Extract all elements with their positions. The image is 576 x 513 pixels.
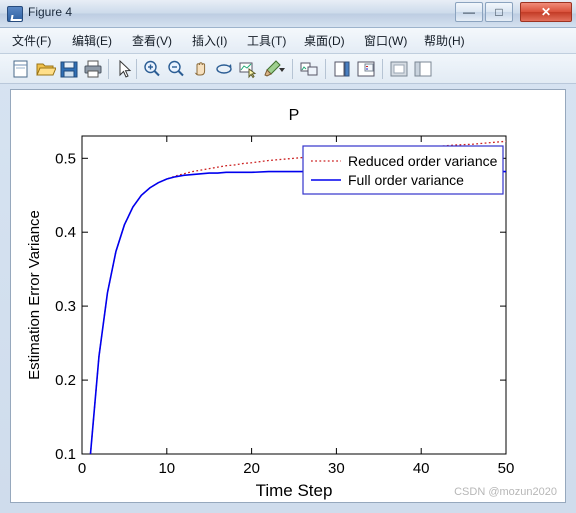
x-axis-label: Time Step — [256, 481, 333, 500]
brush-dropdown-icon[interactable] — [278, 58, 286, 80]
toolbar-separator-1 — [108, 59, 109, 79]
x-tick-labels: 0 10 20 30 40 50 — [78, 460, 515, 477]
y-tick-label: 0.3 — [55, 298, 76, 315]
zoom-out-icon[interactable] — [165, 58, 187, 80]
open-folder-icon[interactable] — [34, 58, 56, 80]
minimize-button[interactable]: — — [455, 2, 483, 22]
data-cursor-icon[interactable] — [237, 58, 259, 80]
chart-title: P — [289, 107, 300, 124]
figure-window: Figure 4 — □ ✕ 文件(F) 编辑(E) 查看(V) 插入(I) 工… — [0, 0, 576, 513]
x-tick-label: 0 — [78, 460, 86, 477]
rotate-3d-icon[interactable] — [213, 58, 235, 80]
plot-svg: 0 10 20 30 40 50 0.1 0.2 0.3 0.4 0.5 P T… — [26, 107, 515, 500]
x-tick-label: 10 — [158, 460, 175, 477]
x-tick-label: 50 — [498, 460, 515, 477]
menu-tools[interactable]: 工具(T) — [243, 32, 290, 50]
toolbar-separator-4 — [325, 59, 326, 79]
legend[interactable]: Reduced order variance Full order varian… — [302, 145, 504, 195]
menu-file[interactable]: 文件(F) — [8, 32, 55, 50]
y-tick-label: 0.2 — [55, 372, 76, 389]
pointer-icon[interactable] — [113, 58, 135, 80]
y-tick-label: 0.5 — [55, 150, 76, 167]
x-tick-label: 20 — [243, 460, 260, 477]
matlab-figure-icon — [7, 6, 23, 22]
link-data-icon[interactable] — [298, 58, 320, 80]
close-button[interactable]: ✕ — [520, 2, 572, 22]
watermark-text: CSDN @mozun2020 — [454, 486, 557, 498]
hide-plot-tools-icon[interactable] — [388, 58, 410, 80]
y-axis-label: Estimation Error Variance — [26, 210, 43, 380]
legend-label-full: Full order variance — [348, 172, 464, 188]
close-icon: ✕ — [540, 5, 552, 19]
zoom-in-icon[interactable] — [141, 58, 163, 80]
menu-bar: 文件(F) 编辑(E) 查看(V) 插入(I) 工具(T) 桌面(D) 窗口(W… — [0, 28, 576, 54]
insert-colorbar-icon[interactable] — [331, 58, 353, 80]
menu-edit[interactable]: 编辑(E) — [68, 32, 116, 50]
y-tick-label: 0.4 — [55, 224, 76, 241]
menu-help[interactable]: 帮助(H) — [420, 32, 469, 50]
insert-legend-icon[interactable] — [355, 58, 377, 80]
y-tick-label: 0.1 — [55, 446, 76, 463]
minimize-icon: — — [463, 5, 475, 19]
title-bar: Figure 4 — □ ✕ — [0, 0, 576, 28]
menu-insert[interactable]: 插入(I) — [188, 32, 231, 50]
y-tick-labels: 0.1 0.2 0.3 0.4 0.5 — [55, 150, 76, 463]
save-icon[interactable] — [58, 58, 80, 80]
new-figure-icon[interactable] — [10, 58, 32, 80]
menu-window[interactable]: 窗口(W) — [360, 32, 411, 50]
x-tick-label: 40 — [413, 460, 430, 477]
tool-bar — [0, 54, 576, 84]
x-tick-label: 30 — [328, 460, 345, 477]
maximize-icon: □ — [495, 5, 503, 19]
window-title: Figure 4 — [28, 5, 73, 19]
figure-canvas: 0 10 20 30 40 50 0.1 0.2 0.3 0.4 0.5 P T… — [10, 89, 566, 503]
toolbar-separator-3 — [292, 59, 293, 79]
menu-desktop[interactable]: 桌面(D) — [300, 32, 349, 50]
show-plot-tools-icon[interactable] — [412, 58, 434, 80]
print-icon[interactable] — [82, 58, 104, 80]
maximize-button[interactable]: □ — [485, 2, 513, 22]
toolbar-separator-5 — [382, 59, 383, 79]
pan-icon[interactable] — [189, 58, 211, 80]
legend-label-reduced: Reduced order variance — [348, 153, 498, 169]
toolbar-separator-2 — [136, 59, 137, 79]
menu-view[interactable]: 查看(V) — [128, 32, 176, 50]
